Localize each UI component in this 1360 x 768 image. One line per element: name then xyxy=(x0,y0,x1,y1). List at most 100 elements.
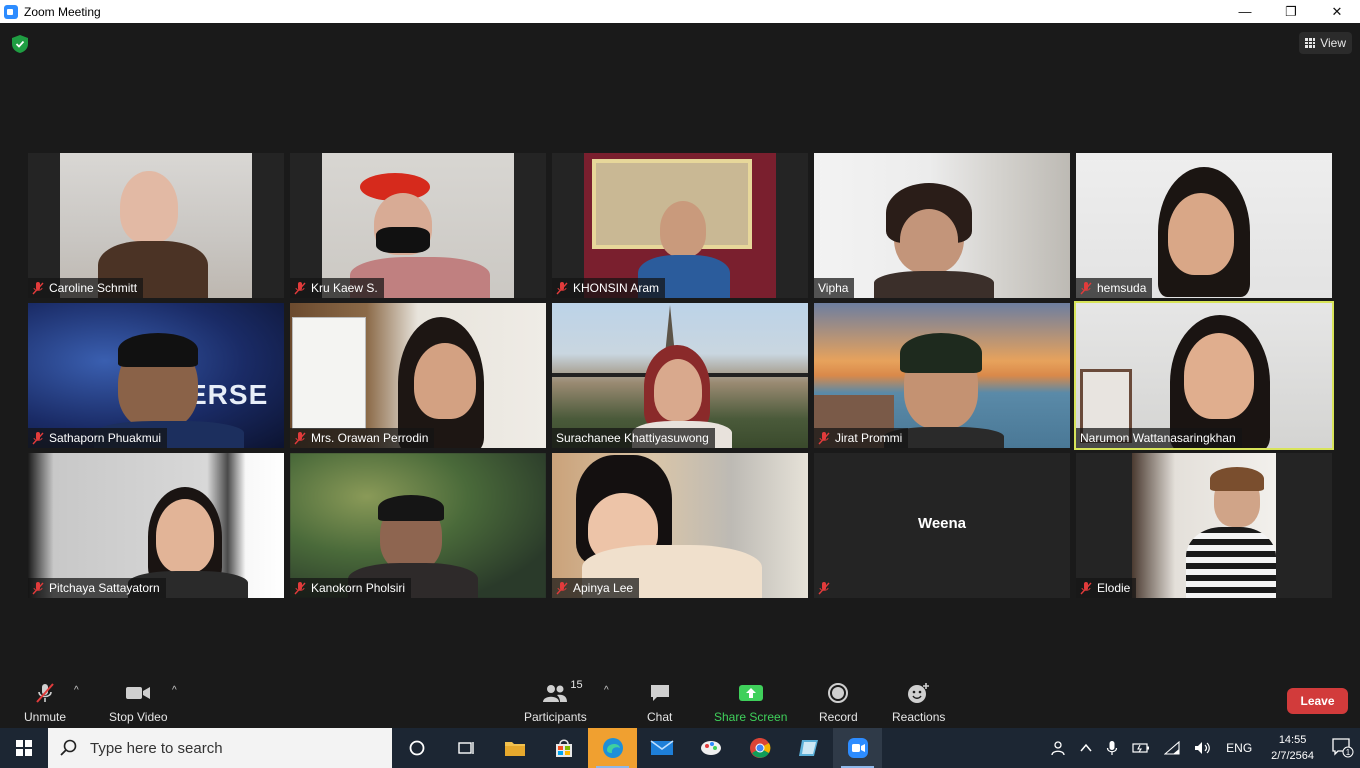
video-options-caret-icon[interactable]: ^ xyxy=(172,685,177,696)
video-tile-kanokorn[interactable]: Kanokorn Pholsiri xyxy=(290,453,546,598)
video-tile-caroline[interactable]: Caroline Schmitt xyxy=(28,153,284,298)
video-tile-hemsuda[interactable]: hemsuda xyxy=(1076,153,1332,298)
participant-name-tag: Pitchaya Sattayatorn xyxy=(28,578,166,598)
chat-button[interactable]: Chat xyxy=(647,681,672,724)
headphones xyxy=(900,333,982,373)
edge-browser-icon xyxy=(602,738,623,758)
video-tile-orawan[interactable]: Mrs. Orawan Perrodin xyxy=(290,303,546,448)
unmute-label: Unmute xyxy=(24,710,67,724)
participants-options-caret-icon[interactable]: ^ xyxy=(604,685,609,696)
participant-hair xyxy=(378,495,444,521)
mic-muted-icon xyxy=(294,281,306,294)
people-button[interactable] xyxy=(1043,740,1073,756)
video-off-name: Weena xyxy=(917,515,967,532)
taskbar-notes-app[interactable] xyxy=(784,728,833,768)
record-label: Record xyxy=(819,710,858,724)
participant-name-tag: Surachanee Khattiyasuwong xyxy=(552,428,715,448)
chat-label: Chat xyxy=(647,710,673,724)
participant-name-tag: Mrs. Orawan Perrodin xyxy=(290,428,435,448)
video-tile-narumon-active-speaker[interactable]: Narumon Wattanasaringkhan xyxy=(1074,301,1334,450)
participant-name: Caroline Schmitt xyxy=(49,281,138,295)
participant-name-tag: Kru Kaew S. xyxy=(290,278,384,298)
taskbar-zoom[interactable] xyxy=(833,728,882,768)
cortana-button[interactable] xyxy=(392,728,441,768)
grid-view-icon xyxy=(1305,38,1316,48)
participant-name-tag: Kanokorn Pholsiri xyxy=(290,578,412,598)
stop-video-label: Stop Video xyxy=(109,710,168,724)
video-tile-khonsin[interactable]: KHONSIN Aram xyxy=(552,153,808,298)
video-tile-surachanee[interactable]: Surachanee Khattiyasuwong xyxy=(552,303,808,448)
participants-count: 15 xyxy=(570,679,583,691)
participant-name: Elodie xyxy=(1097,581,1131,595)
video-tile-kru-kaew[interactable]: Kru Kaew S. xyxy=(290,153,546,298)
black-mask xyxy=(376,227,430,253)
stop-video-button[interactable]: Stop Video xyxy=(109,681,168,724)
taskbar-chrome[interactable] xyxy=(735,728,784,768)
record-icon xyxy=(828,683,849,703)
mic-muted-icon xyxy=(294,431,306,444)
video-tile-elodie[interactable]: Elodie xyxy=(1076,453,1332,598)
participant-name: Jirat Prommi xyxy=(835,431,903,445)
mic-muted-icon xyxy=(1080,281,1092,294)
battery-tray-button[interactable] xyxy=(1125,742,1157,754)
video-tile-jirat[interactable]: Jirat Prommi xyxy=(814,303,1070,448)
taskbar-apps xyxy=(392,728,882,768)
mic-muted-icon xyxy=(818,581,830,594)
encryption-shield-icon[interactable] xyxy=(12,35,28,53)
microphone-tray-button[interactable] xyxy=(1099,740,1125,756)
unmute-button[interactable]: Unmute xyxy=(24,681,66,724)
task-view-button[interactable] xyxy=(441,728,490,768)
taskbar-clock[interactable]: 14:55 2/7/2564 xyxy=(1259,732,1326,764)
wifi-tray-button[interactable] xyxy=(1157,741,1187,755)
volume-tray-button[interactable] xyxy=(1187,741,1219,755)
meeting-area: View Caroline Schmitt Kru Kaew S. KHONSI… xyxy=(0,23,1360,673)
video-tile-weena-video-off[interactable]: Weena xyxy=(814,453,1070,598)
video-tile-pitchaya[interactable]: Pitchaya Sattayatorn xyxy=(28,453,284,598)
participants-icon xyxy=(543,685,568,702)
audio-options-caret-icon[interactable]: ^ xyxy=(74,685,79,696)
participant-name-tag: Sathaporn Phuakmui xyxy=(28,428,168,448)
participant-name-tag: Narumon Wattanasaringkhan xyxy=(1076,428,1242,448)
close-button[interactable]: ✕ xyxy=(1314,0,1360,23)
participant-name: Sathaporn Phuakmui xyxy=(49,431,162,445)
video-tile-apinya[interactable]: Apinya Lee xyxy=(552,453,808,598)
leave-meeting-button[interactable]: Leave xyxy=(1287,688,1348,714)
share-screen-icon xyxy=(738,685,763,701)
zoom-app-icon xyxy=(4,4,18,19)
taskbar-mail[interactable] xyxy=(637,728,686,768)
video-tile-vipha[interactable]: Vipha xyxy=(814,153,1070,298)
participants-button[interactable]: 15 Participants xyxy=(524,679,587,724)
taskbar-file-explorer[interactable] xyxy=(490,728,539,768)
chevron-up-icon xyxy=(1080,743,1092,752)
reactions-button[interactable]: Reactions xyxy=(892,681,945,724)
taskbar-search-box[interactable]: Type here to search xyxy=(48,728,392,768)
mic-muted-icon xyxy=(1080,581,1092,594)
participant-name: KHONSIN Aram xyxy=(573,281,660,295)
record-button[interactable]: Record xyxy=(819,681,858,724)
participant-body xyxy=(874,271,994,298)
participant-hair xyxy=(118,333,198,367)
maximize-button[interactable]: ❐ xyxy=(1268,0,1314,23)
taskbar-paint[interactable] xyxy=(686,728,735,768)
video-tile-sathaporn[interactable]: ERSE Sathaporn Phuakmui xyxy=(28,303,284,448)
search-icon xyxy=(60,739,77,756)
participant-name: Narumon Wattanasaringkhan xyxy=(1080,431,1236,445)
participant-name-tag: Caroline Schmitt xyxy=(28,278,144,298)
taskbar-store[interactable] xyxy=(539,728,588,768)
store-bag-icon xyxy=(555,739,572,757)
input-language-indicator[interactable]: ENG xyxy=(1219,741,1259,755)
notes-book-icon xyxy=(798,740,818,756)
participant-body xyxy=(1186,527,1276,598)
speaker-volume-icon xyxy=(1195,742,1211,754)
taskbar-edge[interactable] xyxy=(588,728,637,768)
task-view-icon xyxy=(457,742,474,754)
folder-icon xyxy=(504,742,525,756)
participant-name-tag: KHONSIN Aram xyxy=(552,278,666,298)
show-hidden-icons-button[interactable] xyxy=(1073,743,1099,753)
action-center-button[interactable]: 1 xyxy=(1326,738,1360,758)
view-button[interactable]: View xyxy=(1299,32,1352,54)
share-screen-button[interactable]: Share Screen xyxy=(714,681,787,724)
zoom-app-icon xyxy=(847,738,868,758)
start-button[interactable] xyxy=(0,728,48,768)
minimize-button[interactable]: — xyxy=(1222,0,1268,23)
